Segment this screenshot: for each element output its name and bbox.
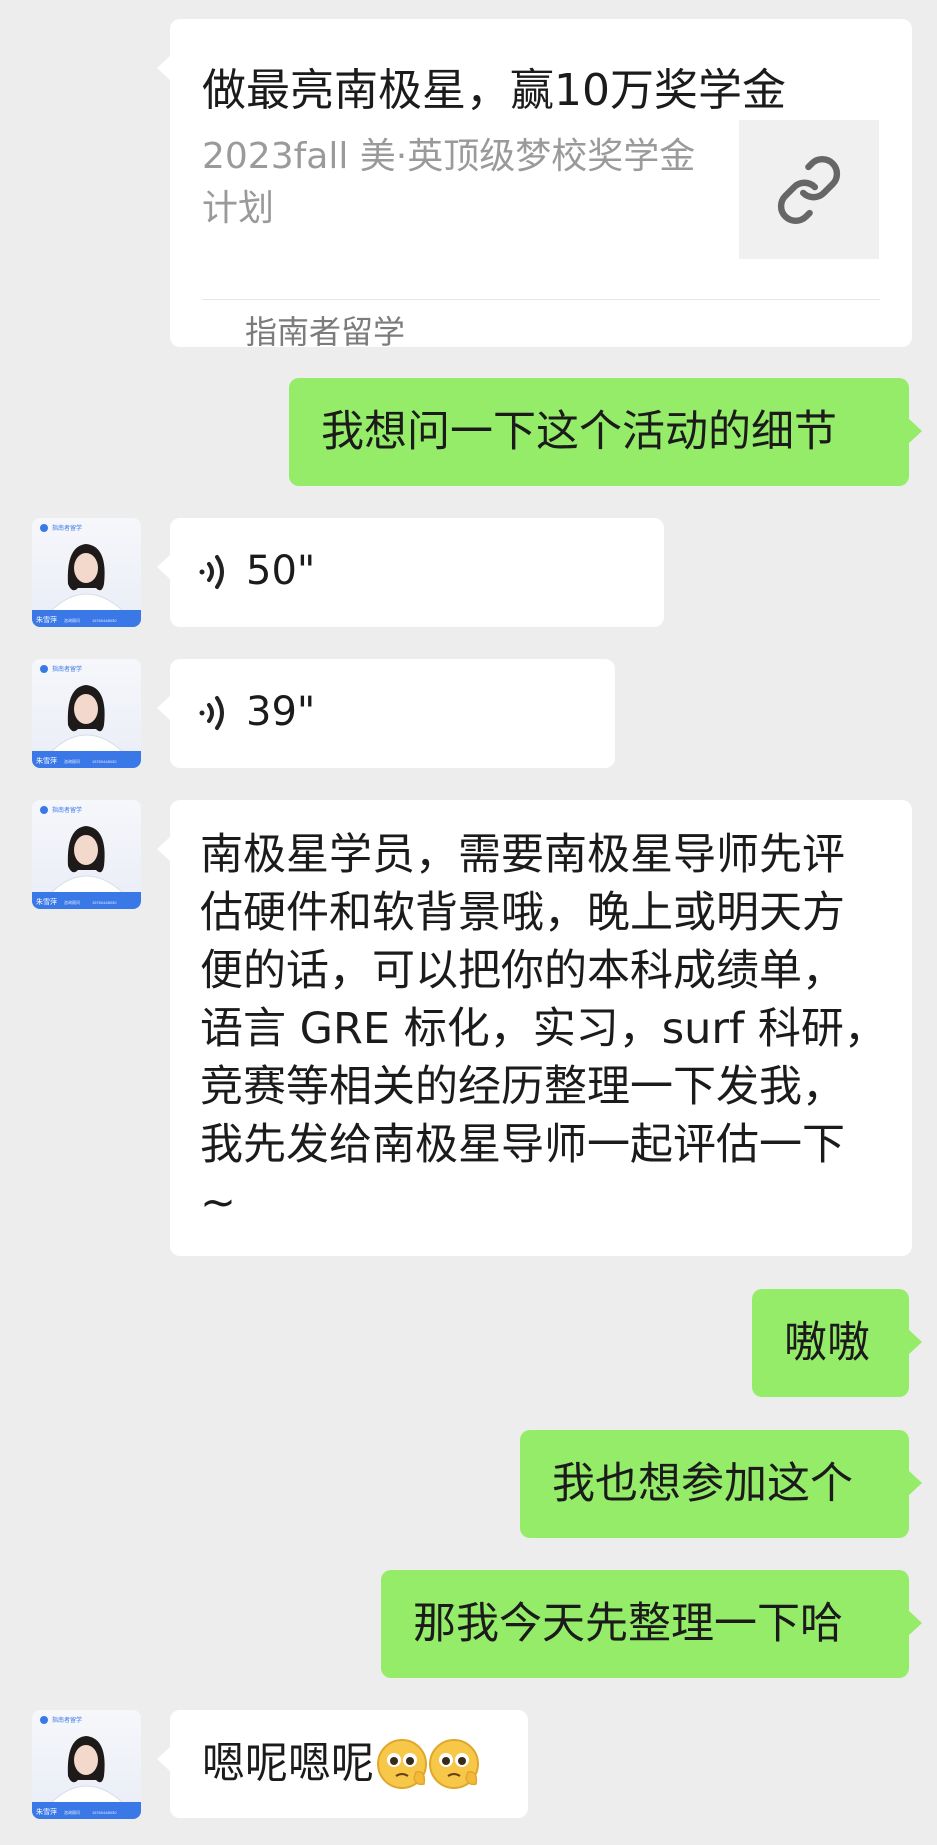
message-line: 我先发给南极星导师一起评估一下 [200,1120,845,1170]
message-text: 嗷嗷 [784,1318,870,1368]
message-line: 估硬件和软背景哦，晚上或明天方 [200,888,845,938]
chat-view: 做最亮南极星，赢10万奖学金 2023fall 美·英顶级梦校奖学金计划 指南者… [0,0,937,1845]
avatar-logo-text: 指南者留学 [52,665,82,673]
avatar-logo-text: 指南者留学 [52,524,82,532]
avatar[interactable]: 指南者留学 朱雪萍 咨询顾问 15760448030 [32,518,141,627]
avatar-role: 咨询顾问 [64,1809,80,1815]
avatar-phone: 15760448030 [92,618,117,623]
voice-message[interactable]: 39" [157,659,615,768]
message-bubble-outgoing[interactable]: 那我今天先整理一下哈 [381,1570,922,1678]
avatar-logo-text: 指南者留学 [52,1716,82,1724]
pleading-face-emoji [377,1739,479,1789]
avatar-logo-text: 指南者留学 [52,806,82,814]
avatar[interactable]: 指南者留学 朱雪萍 咨询顾问 15760448030 [32,659,141,768]
link-card-description: 2023fall 美·英顶级梦校奖学金计划 [202,136,696,229]
avatar-role: 咨询顾问 [64,617,80,623]
message-line: 竞赛等相关的经历整理一下发我， [200,1062,845,1112]
voice-message[interactable]: 50" [157,518,664,627]
link-card-source: 指南者留学 [245,313,406,351]
message-text: 嗯呢嗯呢 [202,1739,374,1789]
avatar-name: 朱雪萍 [36,897,57,906]
message-text: 我也想参加这个 [552,1459,853,1509]
avatar-name: 朱雪萍 [36,1807,57,1816]
avatar[interactable]: 指南者留学 朱雪萍 咨询顾问 15760448030 [32,800,141,909]
message-bubble-outgoing[interactable]: 我想问一下这个活动的细节 [289,378,922,486]
avatar-role: 咨询顾问 [64,758,80,764]
message-line: ~ [200,1178,237,1228]
avatar-name: 朱雪萍 [36,615,57,624]
link-card-thumbnail [739,120,879,259]
avatar-phone: 15760448030 [92,900,117,905]
voice-wave-icon [199,555,224,589]
voice-duration: 50" [246,548,316,594]
link-card-divider [202,299,880,300]
link-icon [777,155,841,224]
avatar-phone: 15760448030 [92,759,117,764]
link-card[interactable]: 做最亮南极星，赢10万奖学金 2023fall 美·英顶级梦校奖学金计划 指南者… [157,19,912,351]
link-card-title: 做最亮南极星，赢10万奖学金 [202,65,786,116]
avatar-role: 咨询顾问 [64,899,80,905]
message-text: 那我今天先整理一下哈 [413,1599,843,1649]
message-bubble-incoming[interactable]: 嗯呢嗯呢 [157,1710,528,1818]
message-line: 南极星学员，需要南极星导师先评 [200,830,845,880]
voice-duration: 39" [246,689,316,735]
avatar[interactable]: 指南者留学 朱雪萍 咨询顾问 15760448030 [32,1710,141,1819]
message-bubble-outgoing[interactable]: 我也想参加这个 [520,1430,922,1538]
message-bubble-incoming[interactable]: 南极星学员，需要南极星导师先评 估硬件和软背景哦，晚上或明天方 便的话，可以把你… [157,800,912,1256]
message-line: 便的话，可以把你的本科成绩单， [200,946,845,996]
message-text: 我想问一下这个活动的细节 [321,407,837,457]
voice-wave-icon [199,696,224,730]
message-bubble-outgoing[interactable]: 嗷嗷 [752,1289,922,1397]
avatar-phone: 15760448030 [92,1810,117,1815]
message-line: 语言 GRE 标化，实习，surf 科研， [200,1004,887,1054]
avatar-name: 朱雪萍 [36,756,57,765]
